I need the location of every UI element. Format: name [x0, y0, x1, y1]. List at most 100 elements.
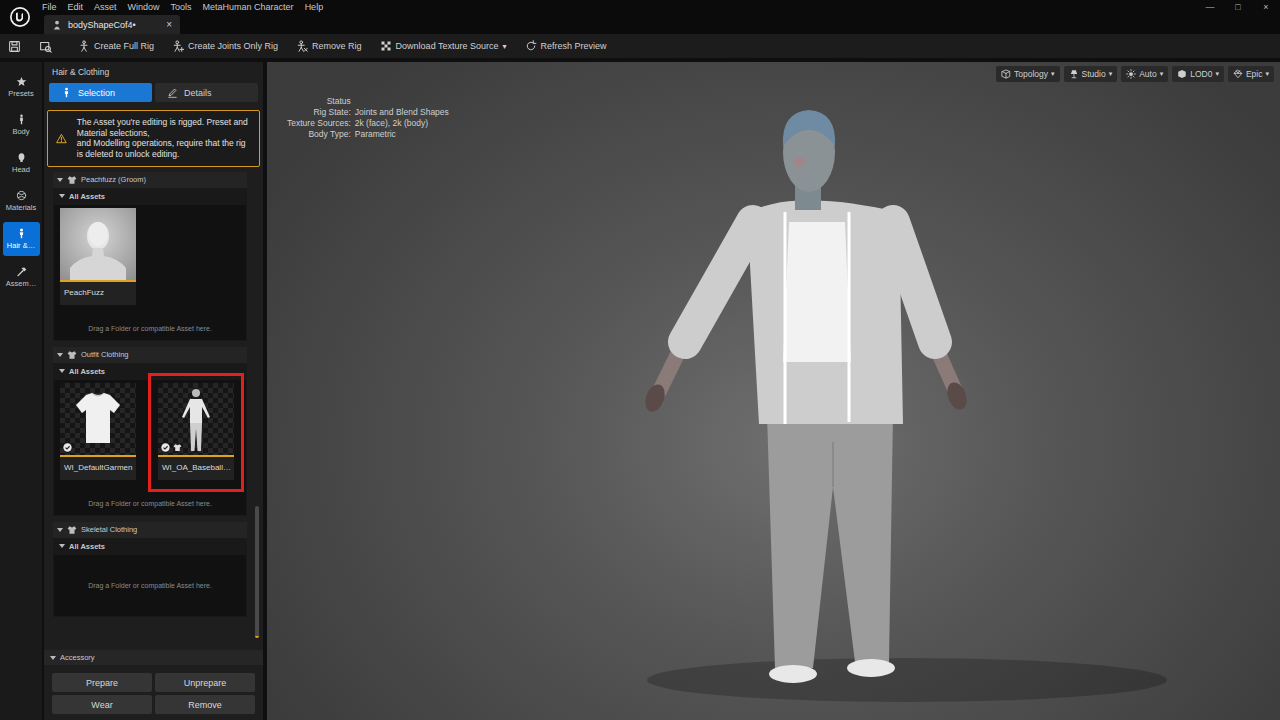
viewport-dropdown[interactable]: Topology▾ [996, 66, 1060, 82]
selection-icon [61, 87, 72, 98]
menu-item[interactable]: File [42, 2, 68, 12]
toolbar-label: Create Full Rig [94, 41, 154, 51]
viewport-dropdown[interactable]: Epic▾ [1228, 66, 1274, 82]
window-control[interactable]: — [1196, 2, 1224, 12]
asset-section: Outfit ClothingAll Assets WI_DefaultGarme… [53, 347, 247, 516]
toolbar-label: Create Joints Only Rig [188, 41, 278, 51]
download-icon [380, 40, 392, 52]
expand-arrow-icon[interactable] [50, 656, 56, 660]
check-badge [161, 443, 170, 452]
viewport-dropdown-label: Topology [1014, 69, 1048, 79]
highlight-box [148, 373, 244, 492]
check-icon [161, 443, 170, 452]
check-badge [63, 443, 72, 452]
sidebar-label: Hair &… [7, 241, 35, 250]
viewport-dropdown[interactable]: LOD0▾ [1172, 66, 1224, 82]
drop-area[interactable]: Drag a Folder or compatible Asset here. [54, 555, 246, 616]
sidebar-item[interactable]: Assem… [3, 260, 40, 294]
viewport-dropdown[interactable]: Studio▾ [1064, 66, 1118, 82]
scrollbar[interactable] [254, 170, 260, 643]
auto-icon [1126, 69, 1136, 79]
warning-text: The Asset you're editing is rigged. Pres… [77, 117, 251, 160]
group-header[interactable]: All Assets [53, 538, 247, 555]
viewport-toolbar: Topology▾Studio▾Auto▾LOD0▾Epic▾ [996, 66, 1274, 82]
dropdown-arrow: ▾ [1160, 70, 1164, 78]
accessory-header[interactable]: Accessory [44, 650, 263, 665]
rig-icon [78, 40, 90, 52]
expand-arrow-icon[interactable] [57, 178, 63, 182]
accessory-button[interactable]: Unprepare [155, 673, 255, 692]
save-button[interactable] [8, 40, 21, 53]
viewport-dropdown[interactable]: Auto▾ [1121, 66, 1168, 82]
group-arrow-icon[interactable] [59, 369, 65, 373]
drop-area[interactable]: PeachFuzzDrag a Folder or compatible Ass… [54, 205, 246, 340]
panel-tab[interactable]: Details [155, 83, 258, 102]
group-header[interactable]: All Assets [53, 363, 247, 380]
expand-arrow[interactable] [57, 528, 63, 532]
sidebar-item[interactable]: Materials [3, 184, 40, 218]
sidebar-label: Body [12, 127, 29, 136]
asset-tile[interactable]: PeachFuzz [60, 208, 136, 305]
sidebar-item[interactable]: Presets [3, 70, 40, 104]
menu-item[interactable]: Tools [171, 2, 203, 12]
asset-tile[interactable]: WI_OA_Baseball… [158, 383, 234, 480]
asset-thumbnail [158, 383, 234, 457]
menu-item[interactable]: Asset [94, 2, 128, 12]
sidebar-item[interactable]: Head [3, 146, 40, 180]
menu-item[interactable]: MetaHuman Character [203, 2, 305, 12]
section-header[interactable]: Skeletal Clothing [53, 522, 247, 538]
asset-tile[interactable]: WI_DefaultGarmen [60, 383, 136, 480]
tab-row: bodyShapeCof4•× [40, 13, 1280, 34]
asset-thumbnail [60, 383, 136, 457]
group-arrow[interactable] [59, 544, 65, 548]
unreal-logo[interactable] [0, 0, 40, 34]
document-tab[interactable]: bodyShapeCof4•× [44, 15, 180, 34]
dropdown-arrow: ▾ [503, 42, 507, 51]
panel-tab[interactable]: Selection [49, 83, 152, 102]
accessory-button[interactable]: Remove [155, 695, 255, 714]
section-header[interactable]: Peachfuzz (Groom) [53, 172, 247, 188]
toolbar-dropdown[interactable]: Download Texture Source▾ [380, 40, 507, 52]
group-header[interactable]: All Assets [53, 188, 247, 205]
expand-arrow[interactable] [57, 353, 63, 357]
save-icon [8, 40, 21, 53]
expand-arrow-icon[interactable] [57, 353, 63, 357]
scrollbar-thumb[interactable] [255, 506, 259, 638]
group-arrow[interactable] [59, 369, 65, 373]
asset-list: Peachfuzz (Groom)All AssetsPeachFuzzDrag… [44, 170, 251, 643]
section-header[interactable]: Outfit Clothing [53, 347, 247, 363]
outfit-badge-icon [173, 443, 182, 452]
expand-arrow-icon[interactable] [57, 528, 63, 532]
expand-arrow[interactable] [57, 178, 63, 182]
material-icon [16, 190, 27, 201]
accessory-button[interactable]: Wear [52, 695, 152, 714]
sidebar-item[interactable]: Hair &… [3, 222, 40, 256]
viewport-dropdown-label: LOD0 [1190, 69, 1212, 79]
status-value: Parametric [355, 129, 449, 139]
dropdown-arrow: ▾ [1109, 70, 1113, 78]
title-bar: FileEditAssetWindowToolsMetaHuman Charac… [0, 0, 1280, 34]
group-arrow-icon[interactable] [59, 194, 65, 198]
status-overlay: StatusRig State:Joints and Blend ShapesT… [287, 96, 449, 139]
tab-close-button[interactable]: × [152, 19, 172, 30]
expand-arrow[interactable] [50, 656, 56, 660]
sidebar-item[interactable]: Body [3, 108, 40, 142]
toolbar-button[interactable]: Remove Rig [296, 40, 362, 52]
clothing-icon [67, 525, 77, 535]
menu-item[interactable]: Edit [68, 2, 95, 12]
accessory-button[interactable]: Prepare [52, 673, 152, 692]
toolbar-button[interactable]: Create Full Rig [78, 40, 154, 52]
menu-item[interactable]: Help [305, 2, 335, 12]
window-control[interactable]: □ [1224, 2, 1252, 12]
group-arrow[interactable] [59, 194, 65, 198]
drop-area[interactable]: WI_DefaultGarmenWI_OA_Baseball…Drag a Fo… [54, 380, 246, 515]
asset-label: PeachFuzz [60, 282, 136, 305]
toolbar-button[interactable]: Create Joints Only Rig [172, 40, 278, 52]
viewport[interactable]: Topology▾Studio▾Auto▾LOD0▾Epic▾StatusRig… [267, 62, 1280, 720]
menu-item[interactable]: Window [128, 2, 171, 12]
group-arrow-icon[interactable] [59, 544, 65, 548]
head-icon [16, 152, 27, 163]
window-control[interactable]: × [1252, 2, 1280, 12]
browse-button[interactable] [39, 40, 52, 53]
toolbar-button[interactable]: Refresh Preview [525, 40, 607, 52]
